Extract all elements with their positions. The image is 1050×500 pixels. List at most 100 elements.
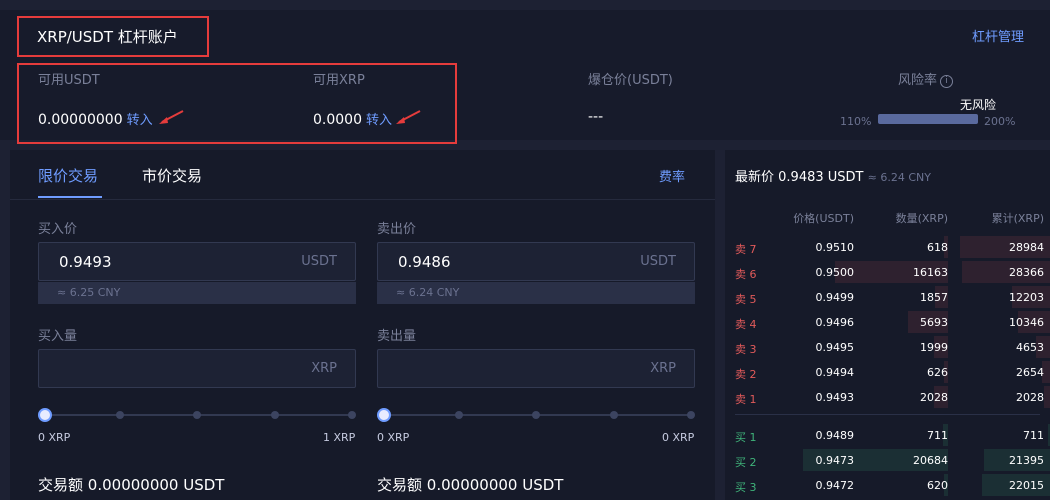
buy-total-value: 0.00000000 USDT	[87, 476, 225, 494]
bid-side: 买 2	[735, 456, 757, 469]
fee-rate-link[interactable]: 费率	[659, 166, 685, 185]
ask-side: 卖 1	[735, 393, 757, 406]
ask-side: 卖 2	[735, 368, 757, 381]
slider-step[interactable]	[610, 411, 618, 419]
ask-quantity: 626	[927, 366, 948, 379]
slider-handle[interactable]	[377, 408, 391, 422]
trade-panel: 限价交易 市价交易 费率 买入价 0.9493 USDT ≈ 6.25 CNY …	[10, 150, 715, 500]
buy-amount-label: 买入量	[38, 329, 78, 344]
bid-cumulative: 21395	[1009, 454, 1044, 467]
sell-amount-slider[interactable]	[377, 408, 695, 422]
available-xrp-label: 可用XRP	[313, 73, 365, 88]
buy-price-value: 0.9493	[59, 253, 112, 271]
book-divider	[735, 414, 1040, 415]
buy-total-label: 交易额	[38, 476, 84, 494]
ask-side: 卖 5	[735, 293, 757, 306]
ask-order-row[interactable]: 卖 1 0.9493 2028 2028	[725, 386, 1050, 408]
bid-order-row[interactable]: 买 1 0.9489 711 711	[725, 424, 1050, 446]
slider-step[interactable]	[193, 411, 201, 419]
slider-handle[interactable]	[38, 408, 52, 422]
ask-side: 卖 7	[735, 243, 757, 256]
available-usdt-label: 可用USDT	[38, 73, 100, 88]
bid-order-row[interactable]: 买 2 0.9473 20684 21395	[725, 449, 1050, 471]
buy-total: 交易额 0.00000000 USDT	[38, 474, 224, 495]
tab-limit-trade[interactable]: 限价交易	[38, 165, 98, 186]
ask-order-row[interactable]: 卖 2 0.9494 626 2654	[725, 361, 1050, 383]
leverage-management-link[interactable]: 杠杆管理	[972, 26, 1024, 45]
sell-price-input[interactable]: 0.9486 USDT	[377, 242, 695, 281]
ask-cumulative: 28366	[1009, 266, 1044, 279]
active-tab-indicator	[38, 196, 102, 198]
latest-price-label: 最新价	[735, 170, 775, 185]
buy-amount-slider[interactable]	[38, 408, 356, 422]
ask-price: 0.9500	[815, 266, 855, 279]
slider-step[interactable]	[455, 411, 463, 419]
ask-order-row[interactable]: 卖 5 0.9499 1857 12203	[725, 286, 1050, 308]
slider-step[interactable]	[271, 411, 279, 419]
cumulative-column-header: 累计(XRP)	[991, 212, 1044, 225]
sell-amount-label: 卖出量	[377, 329, 417, 344]
ask-cumulative: 2028	[1016, 391, 1044, 404]
ask-order-row[interactable]: 卖 7 0.9510 618 28984	[725, 236, 1050, 258]
account-header: XRP/USDT 杠杆账户 杠杆管理 可用USDT 0.00000000 转入 可…	[0, 10, 1050, 144]
risk-min-label: 110%	[840, 115, 872, 128]
sell-total: 交易额 0.00000000 USDT	[377, 474, 563, 495]
liquidation-price-value: ---	[588, 109, 604, 125]
bid-quantity: 20684	[913, 454, 948, 467]
price-column-header: 价格(USDT)	[793, 212, 854, 225]
risk-rate: 风险率 i	[898, 69, 954, 88]
ask-quantity: 1999	[920, 341, 948, 354]
buy-slider-max: 1 XRP	[323, 431, 356, 444]
bid-quantity: 711	[927, 429, 948, 442]
buy-slider-min: 0 XRP	[38, 431, 71, 444]
ask-quantity: 5693	[920, 316, 948, 329]
ask-cumulative: 2654	[1016, 366, 1044, 379]
ask-price: 0.9493	[815, 391, 855, 404]
buy-amount-input[interactable]: XRP	[38, 349, 356, 388]
sell-price-unit: USDT	[640, 254, 676, 269]
latest-price-cny: ≈ 6.24 CNY	[867, 171, 931, 184]
slider-step[interactable]	[532, 411, 540, 419]
available-xrp: 0.0000 转入	[313, 109, 392, 128]
risk-status: 无风险	[960, 98, 997, 112]
ask-quantity: 2028	[920, 391, 948, 404]
risk-level-bar	[878, 114, 978, 124]
available-usdt: 0.00000000 转入	[38, 109, 153, 128]
ask-quantity: 16163	[913, 266, 948, 279]
trade-tabs: 限价交易 市价交易 费率	[10, 150, 715, 200]
bid-cumulative: 22015	[1009, 479, 1044, 492]
sell-slider-min: 0 XRP	[377, 431, 410, 444]
transfer-usdt-link[interactable]: 转入	[127, 113, 153, 128]
sell-price-cny: ≈ 6.24 CNY	[377, 282, 695, 304]
ask-price: 0.9496	[815, 316, 855, 329]
sell-total-label: 交易额	[377, 476, 423, 494]
ask-quantity: 618	[927, 241, 948, 254]
ask-price: 0.9494	[815, 366, 855, 379]
slider-step[interactable]	[687, 411, 695, 419]
info-icon[interactable]: i	[940, 75, 954, 88]
bid-order-row[interactable]: 买 3 0.9472 620 22015	[725, 474, 1050, 496]
ask-side: 卖 3	[735, 343, 757, 356]
ask-quantity: 1857	[920, 291, 948, 304]
ask-order-row[interactable]: 卖 3 0.9495 1999 4653	[725, 336, 1050, 358]
ask-price: 0.9510	[815, 241, 855, 254]
ask-order-row[interactable]: 卖 4 0.9496 5693 10346	[725, 311, 1050, 333]
buy-amount-unit: XRP	[311, 361, 337, 376]
buy-price-input[interactable]: 0.9493 USDT	[38, 242, 356, 281]
slider-step[interactable]	[116, 411, 124, 419]
sell-total-value: 0.00000000 USDT	[426, 476, 564, 494]
bid-side: 买 1	[735, 431, 757, 444]
ask-order-row[interactable]: 卖 6 0.9500 16163 28366	[725, 261, 1050, 283]
transfer-xrp-link[interactable]: 转入	[366, 113, 392, 128]
latest-price-value: 0.9483 USDT	[778, 170, 864, 185]
buy-price-cny: ≈ 6.25 CNY	[38, 282, 356, 304]
risk-max-label: 200%	[984, 115, 1016, 128]
ask-cumulative: 10346	[1009, 316, 1044, 329]
bid-side: 买 3	[735, 481, 757, 494]
tab-market-trade[interactable]: 市价交易	[142, 165, 202, 186]
sell-price-value: 0.9486	[398, 253, 451, 271]
slider-step[interactable]	[348, 411, 356, 419]
ask-cumulative: 28984	[1009, 241, 1044, 254]
sell-amount-input[interactable]: XRP	[377, 349, 695, 388]
sell-slider-max: 0 XRP	[662, 431, 695, 444]
